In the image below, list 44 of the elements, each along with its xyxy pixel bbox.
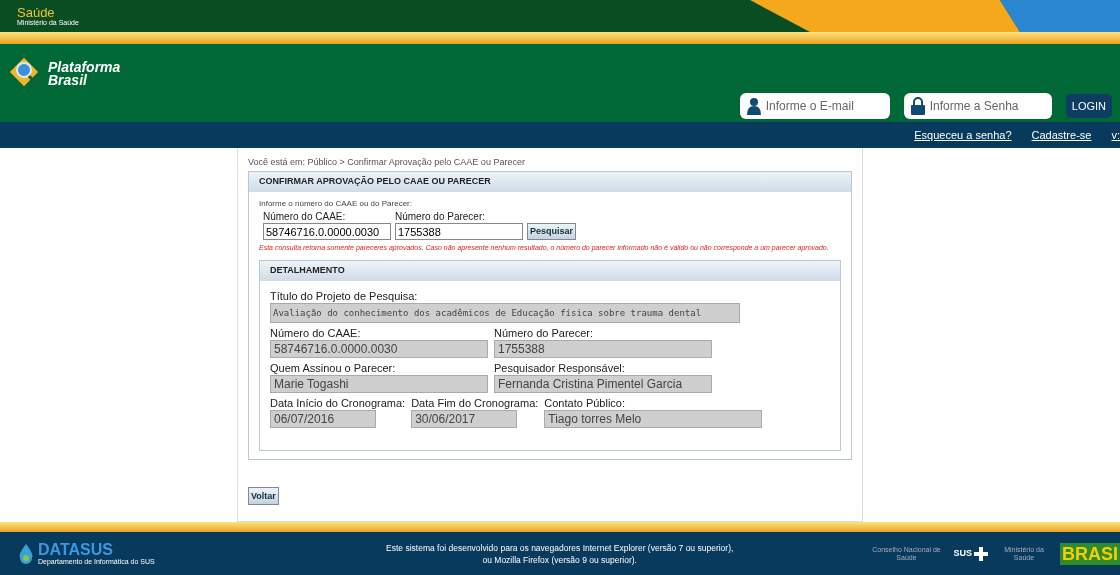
readonly-field[interactable]: Tiago torres Melo	[544, 409, 763, 428]
password-field[interactable]: Informe a Senha	[903, 93, 1052, 119]
brasil-logo: BRASI	[1060, 542, 1120, 565]
nav-link[interactable]: Cadastre-se	[1031, 126, 1092, 144]
field-label: Número do Parecer:	[395, 210, 487, 223]
logo-text: Brasil	[48, 74, 88, 87]
lock-icon	[910, 97, 925, 115]
readonly-field[interactable]: 30/06/2017	[411, 409, 518, 428]
field-label: Número do CAAE:	[270, 325, 362, 340]
field-label: Número do Parecer:	[494, 325, 595, 340]
login-button[interactable]: LOGIN	[1065, 94, 1112, 118]
sus-logo-text: SUS	[953, 546, 972, 560]
breadcrumb: Você está em: Público > Confirmar Aprovação pelo CAAE ou Parecer	[248, 156, 526, 168]
browser-notice: Este sistema foi desenvolvido para os navegadores Internet Explorer (versão 7 ou superior),	[386, 541, 734, 554]
email-field[interactable]: Informe o E-mail	[739, 93, 890, 119]
readonly-field[interactable]: 06/07/2016	[270, 409, 376, 428]
search-button[interactable]: Pesquisar	[527, 223, 577, 240]
panel-header: DETALHAMENTO	[260, 260, 840, 281]
drop-logo-icon	[18, 543, 34, 564]
site-title: Saúde	[17, 6, 56, 19]
nav-link[interactable]: v:	[1111, 126, 1120, 144]
readonly-field[interactable]: Marie Togashi	[270, 374, 488, 393]
browser-notice: ou Mozilla Firefox (versão 9 ou superior).	[482, 553, 637, 566]
panel-header: CONFIRMAR APROVAÇÃO PELO CAAE OU PARECER	[249, 172, 851, 192]
readonly-field[interactable]: Fernanda Cristina Pimentel Garcia	[494, 374, 712, 393]
field-label: Título do Projeto de Pesquisa:	[270, 288, 419, 303]
nav-link[interactable]: Esqueceu a senha?	[914, 126, 1012, 144]
input-field[interactable]: 1755388	[395, 223, 523, 240]
instruction-text: Informe o número do CAAE ou do Parecer:	[259, 198, 413, 210]
readonly-field[interactable]: 1755388	[494, 339, 712, 358]
user-icon	[746, 97, 761, 115]
field-label: Número do CAAE:	[263, 210, 347, 223]
readonly-textarea[interactable]: Avaliação do conhecimento dos acadêmicos de Educação física sobre trauma dental	[270, 302, 740, 323]
field-label: Pesquisador Responsável:	[494, 360, 626, 375]
field-label: Data Fim do Cronograma:	[411, 395, 539, 410]
field-label: Quem Assinou o Parecer:	[270, 360, 397, 375]
field-label: Data Início do Cronograma:	[270, 395, 406, 410]
datasus-logo-text: DATASUS	[38, 542, 114, 558]
readonly-field[interactable]: 58746716.0.0000.0030	[270, 339, 488, 358]
input-field[interactable]: 58746716.0.0000.0030	[263, 223, 391, 240]
cross-icon	[974, 546, 988, 561]
back-button[interactable]: Voltar	[248, 487, 279, 506]
logo-text: Plataforma	[48, 61, 121, 74]
field-label: Contato Público:	[544, 395, 627, 410]
